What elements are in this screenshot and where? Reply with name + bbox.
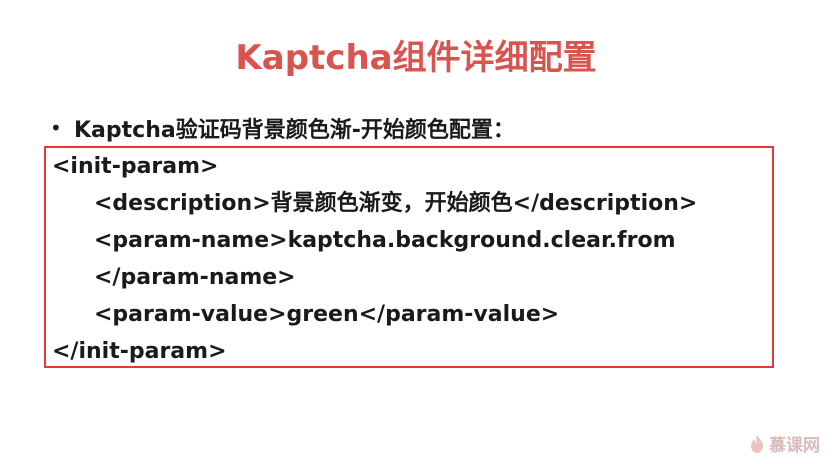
slide-title: Kaptcha组件详细配置 — [235, 38, 597, 78]
slide: Kaptcha组件详细配置 • Kaptcha验证码背景颜色渐-开始颜色配置： … — [0, 0, 832, 464]
bullet-item: • Kaptcha验证码背景颜色渐-开始颜色配置： — [50, 112, 515, 144]
code-line: </param-name> — [94, 265, 296, 290]
flame-icon — [751, 434, 763, 453]
watermark-logo: 慕课网 — [749, 431, 820, 456]
code-line: <init-param> — [52, 154, 219, 179]
watermark-text: 慕课网 — [769, 436, 820, 456]
bullet-text: Kaptcha验证码背景颜色渐-开始颜色配置： — [74, 118, 515, 143]
code-line: <param-value>green</param-value> — [94, 302, 560, 327]
bullet-marker: • — [50, 116, 62, 140]
code-block: <init-param> <description>背景颜色渐变，开始颜色</d… — [44, 146, 774, 368]
code-line: <description>背景颜色渐变，开始颜色</description> — [94, 191, 698, 216]
code-line: <param-name>kaptcha.background.clear.fro… — [94, 228, 676, 253]
code-line: </init-param> — [52, 339, 227, 364]
